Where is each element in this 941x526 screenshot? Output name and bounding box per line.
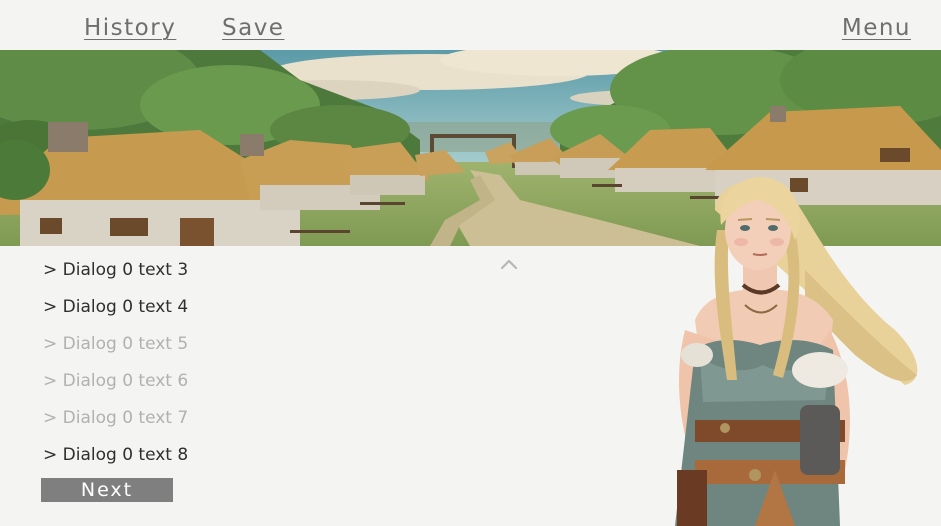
menu-link[interactable]: Menu [842,15,911,41]
history-link[interactable]: History [84,15,176,41]
next-button[interactable]: Next [41,478,173,502]
dialog-line: > Dialog 0 text 3 [43,260,189,280]
chevron-up-icon[interactable] [498,256,520,272]
dialog-line: > Dialog 0 text 5 [43,334,189,354]
save-link[interactable]: Save [222,15,284,41]
character-portrait [655,170,941,526]
dialog-line: > Dialog 0 text 8 [43,445,189,465]
dialog-history-list: > Dialog 0 text 3 > Dialog 0 text 4 > Di… [43,258,188,480]
top-nav-bar: History Save Menu [0,0,941,50]
dialog-line: > Dialog 0 text 6 [43,371,189,391]
dialog-line: > Dialog 0 text 7 [43,408,189,428]
character-illustration [675,177,918,526]
dialog-line: > Dialog 0 text 4 [43,297,189,317]
